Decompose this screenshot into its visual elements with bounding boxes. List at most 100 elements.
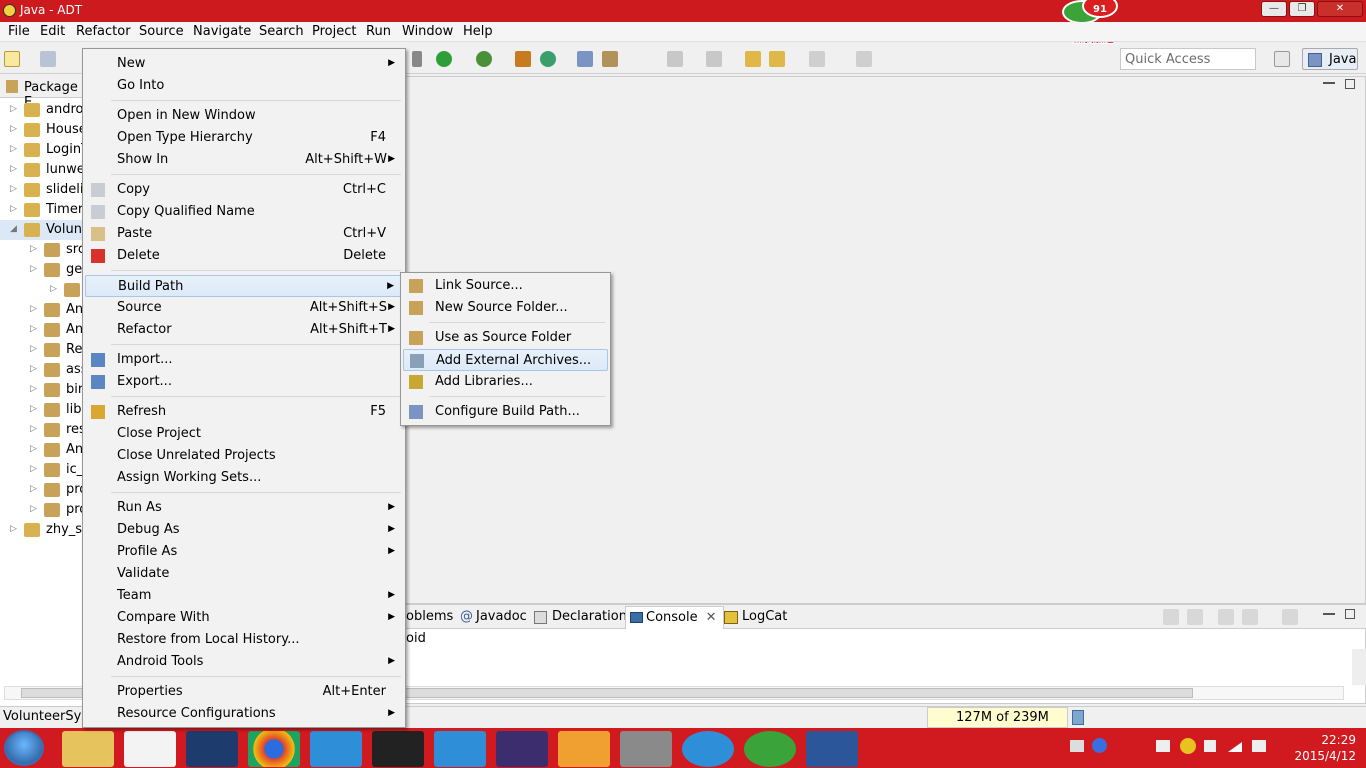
menu-item-run-as[interactable]: Run As ▶ <box>85 497 403 519</box>
clock[interactable]: 22:29 2015/4/12 <box>1276 732 1356 764</box>
tree-item[interactable]: ▷ ge <box>0 260 83 280</box>
pin-editor-icon[interactable] <box>856 51 872 67</box>
help-tray-icon[interactable] <box>1092 738 1107 753</box>
tree-item[interactable]: ▷ House <box>0 120 87 140</box>
menu-item-compare-with[interactable]: Compare With ▶ <box>85 607 403 629</box>
coverage-icon[interactable] <box>476 51 492 67</box>
submenu-item-add-libraries[interactable]: Add Libraries... <box>403 371 608 393</box>
chrome-taskbar-icon[interactable] <box>248 731 300 767</box>
run-icon[interactable] <box>436 51 452 67</box>
menu-item-source[interactable]: Source Alt+Shift+S ▶ <box>85 297 403 319</box>
menu-item-show-in[interactable]: Show In Alt+Shift+W ▶ <box>85 149 403 171</box>
open-console-icon[interactable] <box>1282 609 1298 625</box>
security-tray-icon[interactable] <box>1180 738 1196 754</box>
menu-window[interactable]: Window <box>402 24 453 39</box>
menu-item-close-project[interactable]: Close Project <box>85 423 403 445</box>
menu-item-validate[interactable]: Validate <box>85 563 403 585</box>
tree-item[interactable]: ▷ An <box>0 300 83 320</box>
maximize-view-icon[interactable] <box>1345 79 1355 89</box>
menu-item-import[interactable]: Import... <box>85 349 403 371</box>
menu-run[interactable]: Run <box>366 24 391 39</box>
minimize-button[interactable]: — <box>1261 1 1287 17</box>
tree-item[interactable]: ▷ zhy_sli <box>0 520 89 540</box>
expand-icon[interactable]: ▷ <box>10 124 18 134</box>
maximize-panel-icon[interactable] <box>1345 609 1355 619</box>
open-perspective-icon[interactable] <box>1274 51 1290 67</box>
submenu-item-add-external-archives[interactable]: Add External Archives... <box>403 349 608 371</box>
expand-icon[interactable]: ▷ <box>10 144 18 154</box>
menu-navigate[interactable]: Navigate <box>193 24 251 39</box>
menu-item-new[interactable]: New ▶ <box>85 53 403 75</box>
word-taskbar-icon[interactable] <box>806 731 858 767</box>
tree-item[interactable]: ▷ pro <box>0 480 87 500</box>
browser-taskbar-icon[interactable] <box>744 731 796 767</box>
menu-item-android-tools[interactable]: Android Tools ▶ <box>85 651 403 673</box>
menu-item-go-into[interactable]: Go Into <box>85 75 403 97</box>
menu-item-resource-configurations[interactable]: Resource Configurations ▶ <box>85 703 403 725</box>
tree-item[interactable]: ▷ res <box>0 420 86 440</box>
tab-console[interactable]: Console ✕ <box>625 606 724 629</box>
back-icon[interactable] <box>769 51 785 67</box>
expand-icon[interactable]: ▷ <box>30 464 38 474</box>
package-explorer-tab[interactable]: Package E <box>0 76 83 110</box>
tree-item[interactable]: ▷ Timer <box>0 200 83 220</box>
signal-tray-icon[interactable] <box>1228 742 1242 752</box>
menu-item-build-path[interactable]: Build Path ▶ <box>85 275 403 297</box>
expand-icon[interactable]: ▷ <box>30 504 38 514</box>
next-annotation-icon[interactable] <box>667 51 683 67</box>
menu-item-team[interactable]: Team ▶ <box>85 585 403 607</box>
expand-icon[interactable]: ▷ <box>50 284 58 294</box>
garbage-collect-icon[interactable] <box>1072 710 1084 725</box>
menu-item-refactor[interactable]: Refactor Alt+Shift+T ▶ <box>85 319 403 341</box>
virtualbox-taskbar-icon[interactable] <box>558 731 610 767</box>
expand-icon[interactable]: ▷ <box>30 444 38 454</box>
expand-icon[interactable]: ▷ <box>10 164 18 174</box>
tree-item[interactable]: ▷ ic_l <box>0 460 87 480</box>
minimize-view-icon[interactable] <box>1323 82 1335 84</box>
search-icon[interactable] <box>602 51 618 67</box>
expand-icon[interactable]: ◢ <box>10 224 18 234</box>
expand-icon[interactable]: ▷ <box>30 424 38 434</box>
submenu-item-configure-build-path[interactable]: Configure Build Path... <box>403 401 608 423</box>
menu-item-refresh[interactable]: Refresh F5 <box>85 401 403 423</box>
expand-icon[interactable]: ▷ <box>10 524 18 534</box>
tree-item[interactable]: ◢ Volunt <box>0 220 87 240</box>
tree-item[interactable]: ▷ ass <box>0 360 88 380</box>
menu-item-open-in-new-window[interactable]: Open in New Window <box>85 105 403 127</box>
submenu-item-new-source-folder[interactable]: New Source Folder... <box>403 297 608 319</box>
keyboard-tray-icon[interactable] <box>1070 740 1084 752</box>
menu-search[interactable]: Search <box>259 24 304 39</box>
java-perspective-button[interactable]: Java <box>1302 48 1358 70</box>
tree-item[interactable]: ▷ andro <box>0 100 83 120</box>
menu-help[interactable]: Help <box>463 24 493 39</box>
expand-icon[interactable]: ▷ <box>10 104 18 114</box>
menu-item-properties[interactable]: Properties Alt+Enter <box>85 681 403 703</box>
tree-item[interactable]: ▷ slideli <box>0 180 83 200</box>
menu-file[interactable]: File <box>8 24 30 39</box>
tree-item[interactable]: ▷ An <box>0 440 83 460</box>
display-console-icon[interactable] <box>1242 609 1258 625</box>
new-class-icon[interactable] <box>540 51 556 67</box>
new-wizard-icon[interactable] <box>4 51 20 67</box>
search-taskbar-icon[interactable] <box>124 731 176 767</box>
menu-item-debug-as[interactable]: Debug As ▶ <box>85 519 403 541</box>
expand-icon[interactable]: ▷ <box>30 264 38 274</box>
expand-icon[interactable]: ▷ <box>30 404 38 414</box>
network-tray-icon[interactable] <box>1156 740 1170 752</box>
close-tab-icon[interactable]: ✕ <box>706 610 717 625</box>
expand-icon[interactable]: ▷ <box>30 484 38 494</box>
console-vertical-scrollbar[interactable] <box>1352 649 1366 685</box>
menu-source[interactable]: Source <box>139 24 184 39</box>
expand-icon[interactable]: ▷ <box>30 304 38 314</box>
pin-console-icon[interactable] <box>1218 609 1234 625</box>
submenu-item-use-as-source-folder[interactable]: Use as Source Folder <box>403 327 608 349</box>
expand-icon[interactable]: ▷ <box>30 384 38 394</box>
tree-item[interactable]: ▷ lunwer <box>0 160 90 180</box>
close-button[interactable]: ✕ <box>1317 1 1363 17</box>
save-icon[interactable] <box>40 51 56 67</box>
explorer-taskbar-icon[interactable] <box>62 731 114 767</box>
menu-item-assign-working-sets[interactable]: Assign Working Sets... <box>85 467 403 489</box>
menu-item-export[interactable]: Export... <box>85 371 403 393</box>
expand-icon[interactable]: ▷ <box>30 364 38 374</box>
expand-icon[interactable]: ▷ <box>10 184 18 194</box>
